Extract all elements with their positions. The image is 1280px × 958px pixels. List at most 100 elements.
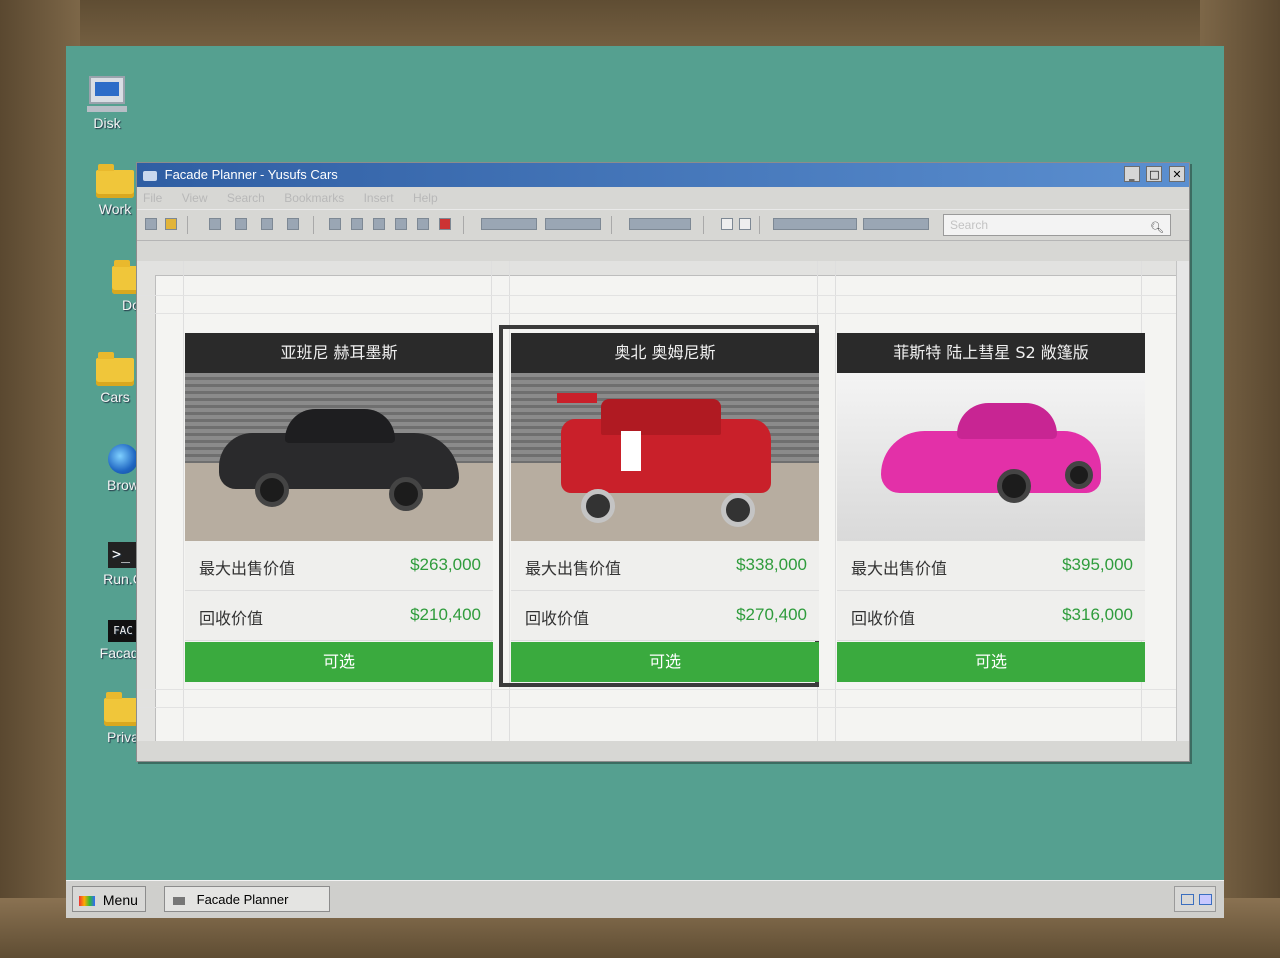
recycle-label: 回收价值: [199, 609, 264, 628]
toolbar-separator: [187, 216, 188, 234]
row-header: [137, 275, 156, 741]
menu-insert[interactable]: Insert: [364, 191, 394, 205]
vehicle-name: 奥北 奥姆尼斯: [511, 333, 819, 373]
toolbar-separator: [463, 216, 464, 234]
align-icons[interactable]: [773, 218, 857, 230]
grid-line: [183, 261, 184, 741]
menu-view[interactable]: View: [182, 191, 208, 205]
new-icon[interactable]: [145, 218, 157, 230]
record-icon[interactable]: [439, 218, 451, 230]
line-height-dropdown[interactable]: [545, 218, 601, 230]
recycle-row: 回收价值 $316,000: [837, 591, 1145, 641]
desktop-screen: Disk Work Do Cars Brow >_ Run.C FAC Faca…: [66, 46, 1224, 918]
desktop-icon-disk[interactable]: Disk: [66, 76, 152, 131]
max-sale-value: $395,000: [1062, 555, 1133, 574]
desktop-icon-label: Brow: [107, 477, 139, 493]
app-icon: [173, 896, 185, 905]
start-menu-label: Menu: [102, 892, 138, 908]
layout-icon[interactable]: [329, 218, 341, 230]
page-icon[interactable]: [209, 218, 221, 230]
menu-bar: File View Search Bookmarks Insert Help: [137, 187, 1189, 209]
vehicle-name: 菲斯特 陆上彗星 S2 敞篷版: [837, 333, 1145, 373]
layout-icon[interactable]: [351, 218, 363, 230]
menu-help[interactable]: Help: [413, 191, 438, 205]
max-sale-row: 最大出售价值 $395,000: [837, 541, 1145, 591]
search-icon[interactable]: 🔍︎: [1150, 218, 1164, 238]
close-button[interactable]: ✕: [1169, 166, 1185, 182]
system-tray: [1174, 886, 1216, 912]
toolbar: Search 🔍︎: [137, 209, 1189, 241]
facade-planner-window: Facade Planner - Yusufs Cars _ □ ✕ File …: [136, 162, 1190, 762]
maximize-button[interactable]: □: [1146, 166, 1163, 182]
start-menu-button[interactable]: Menu: [72, 886, 146, 912]
menu-logo-icon: [79, 896, 95, 907]
toolbar-separator: [759, 216, 760, 234]
vehicle-card: 菲斯特 陆上彗星 S2 敞篷版 最大出售价值 $395,000 回收价值 $31…: [837, 333, 1145, 682]
vertical-scrollbar[interactable]: [1176, 261, 1189, 741]
window-titlebar[interactable]: Facade Planner - Yusufs Cars _ □ ✕: [137, 163, 1189, 187]
justify-icons[interactable]: [863, 218, 929, 230]
taskbar-item-label: Facade Planner: [196, 892, 289, 907]
toolbar-separator: [313, 216, 314, 234]
max-sale-row: 最大出售价值 $263,000: [185, 541, 493, 591]
vehicle-image: [837, 373, 1145, 541]
desktop-icon-label: Cars: [100, 389, 130, 405]
vehicle-image: [185, 373, 493, 541]
tray-network-icon[interactable]: [1181, 894, 1194, 905]
font-size-dropdown[interactable]: [481, 218, 537, 230]
max-sale-value: $338,000: [736, 555, 807, 574]
toolbar-separator: [703, 216, 704, 234]
layout-icon[interactable]: [417, 218, 429, 230]
tray-display-icon[interactable]: [1199, 894, 1212, 905]
recycle-row: 回收价值 $270,400: [511, 591, 819, 641]
max-sale-label: 最大出售价值: [851, 559, 948, 578]
desktop-icon-label: Disk: [93, 115, 121, 131]
select-button[interactable]: 可选: [511, 642, 819, 682]
bold-icon[interactable]: [721, 218, 733, 230]
grid-line: [137, 313, 1177, 314]
taskbar-item-facade-planner[interactable]: Facade Planner: [164, 886, 330, 912]
italic-icon[interactable]: [739, 218, 751, 230]
recycle-value: $210,400: [410, 605, 481, 624]
menu-file[interactable]: File: [143, 191, 162, 205]
recycle-label: 回收价值: [525, 609, 590, 628]
vehicle-card: 亚班尼 赫耳墨斯 最大出售价值 $263,000 回收价值 $210,400 可…: [185, 333, 493, 682]
grid-line: [137, 295, 1177, 296]
select-button[interactable]: 可选: [185, 642, 493, 682]
copy-icon[interactable]: [287, 218, 299, 230]
layout-icon[interactable]: [373, 218, 385, 230]
search-placeholder: Search: [950, 218, 989, 232]
recycle-value: $270,400: [736, 605, 807, 624]
app-icon: [143, 170, 157, 181]
vehicle-image: [511, 373, 819, 541]
desktop-icon-label: Work: [98, 201, 132, 217]
spreadsheet: 亚班尼 赫耳墨斯 最大出售价值 $263,000 回收价值 $210,400 可…: [137, 261, 1189, 741]
menu-search[interactable]: Search: [227, 191, 265, 205]
column-header: [137, 261, 1177, 276]
recycle-value: $316,000: [1062, 605, 1133, 624]
recycle-label: 回收价值: [851, 609, 916, 628]
desktop-icon-label: Priva: [107, 729, 139, 745]
grid-line: [137, 707, 1177, 708]
max-sale-value: $263,000: [410, 555, 481, 574]
minimize-button[interactable]: _: [1123, 166, 1140, 182]
taskbar: Menu Facade Planner: [66, 880, 1224, 918]
select-button[interactable]: 可选: [837, 642, 1145, 682]
max-sale-label: 最大出售价值: [525, 559, 622, 578]
max-sale-row: 最大出售价值 $338,000: [511, 541, 819, 591]
grid-line: [835, 261, 836, 741]
table-icon[interactable]: [235, 218, 247, 230]
border-icon[interactable]: [629, 218, 691, 230]
save-icon[interactable]: [165, 218, 177, 230]
image-icon[interactable]: [261, 218, 273, 230]
vehicle-name: 亚班尼 赫耳墨斯: [185, 333, 493, 373]
window-title: Facade Planner - Yusufs Cars: [164, 167, 338, 182]
recycle-row: 回收价值 $210,400: [185, 591, 493, 641]
max-sale-label: 最大出售价值: [199, 559, 296, 578]
grid-line: [137, 689, 1177, 690]
menu-bookmarks[interactable]: Bookmarks: [284, 191, 344, 205]
search-input[interactable]: Search 🔍︎: [943, 214, 1171, 236]
computer-icon: [66, 76, 152, 112]
vehicle-card-selected: 奥北 奥姆尼斯 最大出售价值 $338,000 回收价值 $270,400 可选: [511, 333, 819, 682]
layout-icon[interactable]: [395, 218, 407, 230]
